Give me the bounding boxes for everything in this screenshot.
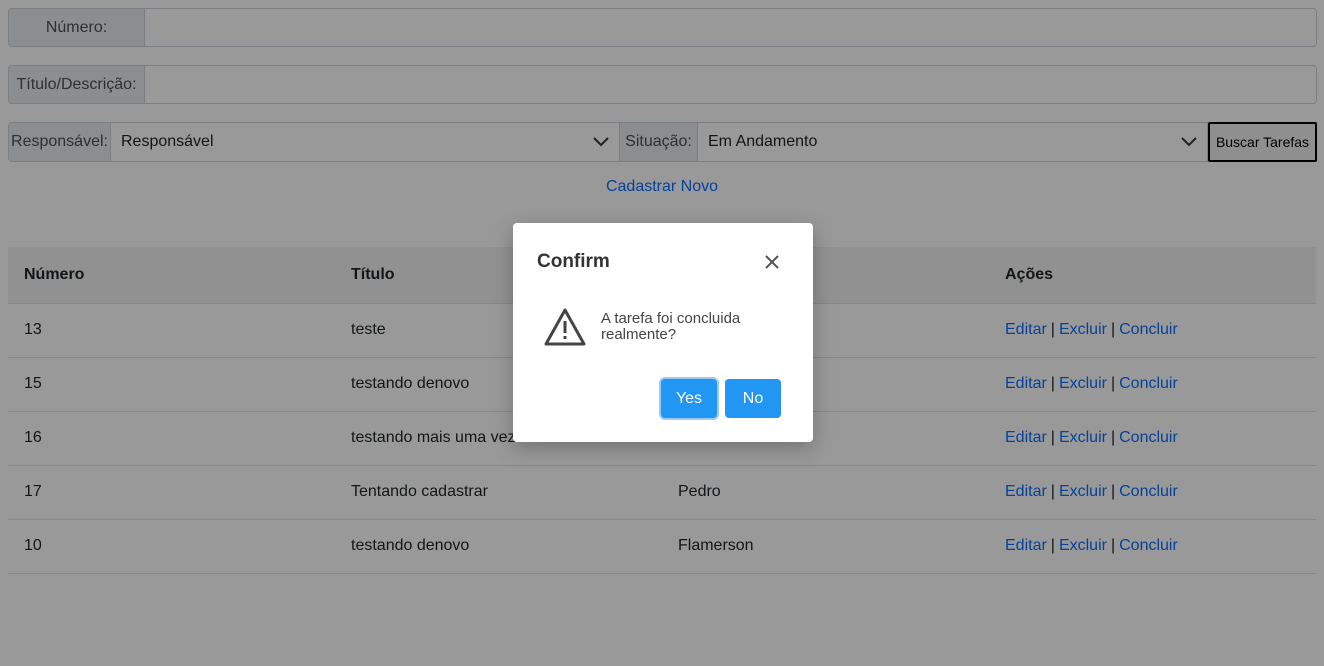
yes-button[interactable]: Yes	[661, 379, 717, 418]
warning-icon	[544, 308, 586, 346]
dialog-title: Confirm	[537, 251, 610, 272]
dialog-message: A tarefa foi concluida realmente?	[601, 310, 741, 343]
no-button[interactable]: No	[725, 379, 781, 418]
task-search-page: Número: Título/Descrição: Responsável: R…	[0, 0, 1324, 666]
close-icon[interactable]	[763, 253, 781, 271]
confirm-dialog: Confirm A tarefa foi concluida realmente…	[513, 223, 813, 442]
